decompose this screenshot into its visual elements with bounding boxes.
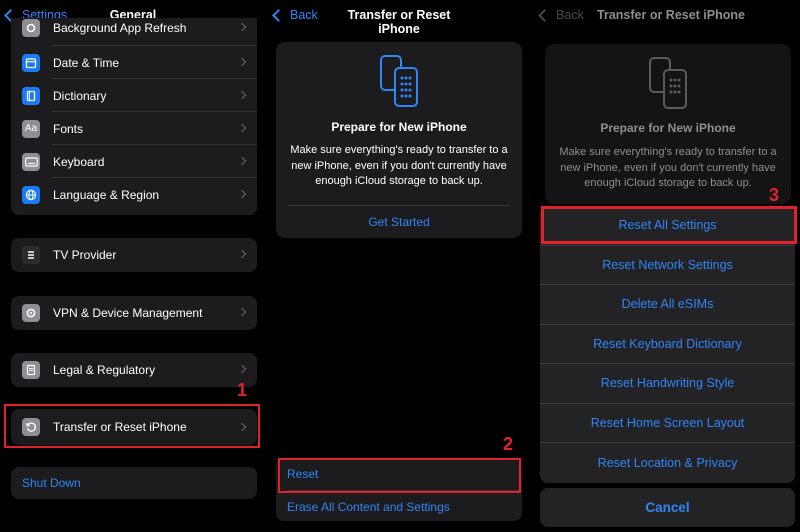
general-settings-panel: Settings General Background App Refresh … xyxy=(0,0,266,532)
fonts-icon: Aa xyxy=(22,119,40,138)
settings-row-legal-regulatory[interactable]: Legal & Regulatory xyxy=(11,353,257,387)
page-title: Transfer or Reset iPhone xyxy=(347,8,451,36)
reset-location-privacy-button[interactable]: Reset Location & Privacy xyxy=(540,443,795,483)
row-label: Dictionary xyxy=(53,88,107,103)
settings-row-date-time[interactable]: Date & Time xyxy=(11,46,257,79)
back-label: Back xyxy=(556,8,584,22)
prepare-new-iphone-card: Prepare for New iPhone Make sure everyth… xyxy=(276,42,522,238)
chevron-right-icon xyxy=(237,90,247,100)
card-title: Prepare for New iPhone xyxy=(331,120,467,134)
globe-icon xyxy=(22,185,40,204)
reset-home-screen-layout-button[interactable]: Reset Home Screen Layout xyxy=(540,404,795,443)
book-icon xyxy=(22,86,40,105)
settings-group-vpn: VPN & Device Management xyxy=(11,296,257,330)
back-button[interactable]: Back xyxy=(272,8,318,22)
nav-bar: Back Transfer or Reset iPhone xyxy=(532,0,800,32)
settings-row-vpn-device-management[interactable]: VPN & Device Management xyxy=(11,296,257,330)
reset-options-sheet: Reset All Settings Reset Network Setting… xyxy=(540,206,795,483)
chevron-left-icon xyxy=(272,8,285,22)
step-number-2: 2 xyxy=(503,434,514,454)
get-started-button[interactable]: Get Started xyxy=(276,215,522,229)
step-number-1: 1 xyxy=(237,380,248,400)
back-label: Back xyxy=(290,8,318,22)
step-number-3: 3 xyxy=(769,185,780,205)
delete-all-esims-button[interactable]: Delete All eSIMs xyxy=(540,285,795,325)
settings-row-dictionary[interactable]: Dictionary xyxy=(11,79,257,112)
nav-bar: Back Transfer or Reset iPhone xyxy=(266,0,532,36)
calendar-icon xyxy=(22,53,40,72)
row-label: Language & Region xyxy=(53,187,160,202)
row-label: Fonts xyxy=(53,121,84,136)
highlight-box-step-2 xyxy=(278,458,521,493)
shut-down-button[interactable]: Shut Down xyxy=(11,467,257,499)
document-icon xyxy=(22,361,40,379)
card-title: Prepare for New iPhone xyxy=(600,121,736,135)
highlight-box-step-3 xyxy=(541,206,797,244)
card-description: Make sure everything's ready to transfer… xyxy=(290,144,508,187)
settings-row-language-region[interactable]: Language & Region xyxy=(11,178,257,211)
row-label: VPN & Device Management xyxy=(53,306,203,320)
reset-handwriting-style-button[interactable]: Reset Handwriting Style xyxy=(540,364,795,404)
settings-group-general: Background App Refresh Date & Time Dicti… xyxy=(11,18,257,215)
cancel-button[interactable]: Cancel xyxy=(540,488,795,527)
card-description: Make sure everything's ready to transfer… xyxy=(559,146,777,189)
settings-row-fonts[interactable]: Aa Fonts xyxy=(11,112,257,145)
back-button[interactable]: Back xyxy=(538,8,584,22)
chevron-right-icon xyxy=(237,57,247,67)
chevron-right-icon xyxy=(237,249,247,259)
chevron-right-icon xyxy=(237,364,247,374)
transfer-reset-panel: Back Transfer or Reset iPhone Prepare fo… xyxy=(266,0,532,532)
divider xyxy=(288,205,510,206)
chevron-left-icon xyxy=(538,8,551,22)
row-label: Date & Time xyxy=(53,55,120,70)
settings-group-shutdown: Shut Down xyxy=(11,467,257,499)
highlight-box-step-1 xyxy=(4,404,260,448)
reset-network-settings-button[interactable]: Reset Network Settings xyxy=(540,246,795,285)
reset-keyboard-dictionary-button[interactable]: Reset Keyboard Dictionary xyxy=(540,325,795,364)
page-title: Transfer or Reset iPhone xyxy=(597,8,745,22)
gear-icon xyxy=(22,19,40,37)
row-label: Legal & Regulatory xyxy=(53,363,156,377)
shut-down-label: Shut Down xyxy=(22,476,81,490)
chevron-right-icon xyxy=(237,307,247,317)
chevron-right-icon xyxy=(237,189,247,199)
tv-provider-icon xyxy=(22,246,40,264)
phones-icon xyxy=(379,54,421,115)
settings-row-keyboard[interactable]: Keyboard xyxy=(11,145,257,178)
prepare-new-iphone-card-dimmed: Prepare for New iPhone Make sure everyth… xyxy=(545,44,791,204)
row-label: Background App Refresh xyxy=(53,21,187,35)
chevron-right-icon xyxy=(237,22,247,32)
phones-icon xyxy=(648,56,690,117)
keyboard-icon xyxy=(22,152,40,171)
erase-all-content-button[interactable]: Erase All Content and Settings xyxy=(287,500,450,514)
chevron-right-icon xyxy=(237,156,247,166)
settings-row-tv-provider[interactable]: TV Provider xyxy=(11,238,257,272)
row-label: TV Provider xyxy=(53,248,117,262)
settings-row-background-app-refresh[interactable]: Background App Refresh xyxy=(11,18,257,46)
chevron-right-icon xyxy=(237,123,247,133)
gear-icon xyxy=(22,304,40,322)
settings-group-legal: Legal & Regulatory xyxy=(11,353,257,387)
row-label: Keyboard xyxy=(53,154,105,169)
settings-group-tv: TV Provider xyxy=(11,238,257,272)
